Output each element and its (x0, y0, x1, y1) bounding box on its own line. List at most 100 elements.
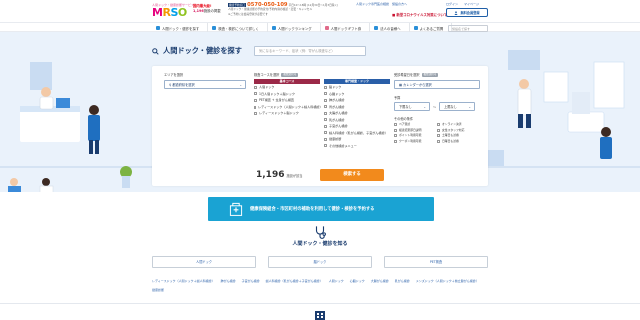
other-condition-option[interactable]: クーポン利用可能 (394, 139, 437, 145)
header-promo: 国内最大級! 1,196施設の掲載 (193, 4, 221, 13)
basic-course-label: 1日人間ドック＋脳ドック (259, 91, 295, 96)
phone-label: 健診予約窓口 (228, 3, 247, 7)
basic-course-option[interactable]: PET検査 + 全身がん検査 (254, 97, 320, 104)
basic-course-label: レディースドック＋脳ドック (259, 111, 299, 116)
checkbox[interactable] (324, 105, 327, 109)
stethoscope-icon (315, 226, 326, 239)
checkbox[interactable] (324, 92, 327, 96)
checkbox[interactable] (394, 140, 397, 144)
ranking-icon (271, 26, 276, 30)
search-icon (156, 26, 160, 30)
facility-search-input[interactable]: 施設名で探す (448, 24, 488, 32)
basic-course-group: 基本コース 人間ドック 1日人間ドック＋脳ドック PET検査 + 全身がん検査 レディ… (254, 79, 323, 149)
building-icon (374, 26, 379, 30)
hero-section: 人間ドック・健診を探す 気になるキーワード、症状（例：胃がん検査など） エリアを… (0, 32, 640, 192)
checkbox[interactable] (437, 128, 440, 132)
nav-item-label: 検査・検診について詳しく (218, 26, 259, 31)
chevron-down-icon: ⌄ (423, 105, 426, 109)
checkbox[interactable] (324, 144, 327, 148)
exam-link[interactable]: 健康診断 (152, 288, 164, 292)
checkbox[interactable] (324, 111, 327, 115)
exam-tile[interactable]: 脳ドック (268, 256, 372, 268)
nav-item-label: 法人の皆様へ (380, 26, 401, 31)
covid-notice-link[interactable]: ■ 新型コロナウイルス対策について (392, 12, 447, 17)
phone-info: 健診予約窓口 0570-050-109 平日10〜18時 (12月30日〜1月3… (228, 2, 339, 16)
clinic-illustration (488, 50, 640, 168)
result-count-number: 1,196 (256, 170, 285, 180)
course-column: 検査コースを選択 複数選択可 基本コース 人間ドック 1日人間ドック＋脳ドック PET… (254, 72, 390, 149)
checkbox[interactable] (324, 131, 327, 135)
checkbox[interactable] (254, 92, 257, 96)
exam-link[interactable]: 婦人科検診（乳がん検診＋子宮がん検診） (266, 279, 323, 283)
date-column: 受診希望日を選択 複数選択可 ▦ カレンダーから選択 予算 下限なし ⌄ 〜 上限な… (394, 72, 480, 144)
checkbox[interactable] (324, 98, 327, 102)
nav-item-label: 人間ドック・健診を探す (162, 26, 200, 31)
basic-course-option[interactable]: 人間ドック (254, 84, 320, 91)
hero-title: 人間ドック・健診を探す (152, 46, 242, 56)
search-icon (152, 47, 159, 55)
exam-link[interactable]: メンズドック（人間ドック＋前立腺がん検診） (416, 279, 479, 283)
nav-item-label: よくあるご質問 (419, 26, 444, 31)
question-icon (413, 26, 418, 30)
nav-item-label: 人間ドックランキング (277, 26, 312, 31)
exam-link[interactable]: 心臓ドック (350, 279, 365, 283)
exam-link[interactable]: 人間ドック (329, 279, 344, 283)
special-course-group: 専門検査・ドック 脳ドック 心臓ドック 肺がん検診 胃がん検診 大腸がん検診 乳がん検診子… (324, 79, 390, 149)
account-links: ログイン マイページ (446, 2, 479, 6)
checkbox[interactable] (254, 112, 257, 116)
special-course-option[interactable]: その他検診メニュー (324, 143, 390, 150)
checkbox[interactable] (437, 134, 440, 138)
other-condition-option[interactable]: 日曜日も診療 (437, 139, 480, 145)
nav-item-label: 人間ドックギフト券 (330, 26, 362, 31)
budget-label: 予算 (394, 96, 401, 100)
exam-link[interactable]: 子宮がん検診 (242, 279, 260, 283)
checkbox[interactable] (437, 123, 440, 127)
checkbox[interactable] (394, 123, 397, 127)
budget-row: 下限なし ⌄ 〜 上限なし ⌄ (394, 102, 480, 111)
checkbox[interactable] (394, 128, 397, 132)
checkbox[interactable] (254, 85, 257, 89)
basic-course-option[interactable]: 1日人間ドック＋脳ドック (254, 91, 320, 98)
date-label: 受診希望日を選択 複数選択可 (394, 72, 439, 77)
basic-course-list: 人間ドック 1日人間ドック＋脳ドック PET検査 + 全身がん検査 レディースドック（… (254, 84, 323, 117)
checkbox[interactable] (254, 98, 257, 102)
exam-link[interactable]: 乳がん検診 (395, 279, 410, 283)
site-logo[interactable]: 人間ドック・健康診断サービス MRSO (152, 3, 194, 19)
checkbox[interactable] (324, 85, 327, 89)
checkbox[interactable] (394, 134, 397, 138)
checkbox[interactable] (324, 124, 327, 128)
budget-min-select[interactable]: 下限なし ⌄ (394, 102, 430, 111)
exam-links: レディースドック（人間ドック＋婦人科検診） 肺がん検診 子宮がん検診 婦人科検診（乳が… (152, 277, 492, 294)
search-button[interactable]: 検索する (320, 169, 384, 181)
special-course-label: その他検診メニュー (329, 143, 357, 148)
exam-link[interactable]: 大腸がん検診 (371, 279, 389, 283)
exam-tile[interactable]: 人間ドック (152, 256, 256, 268)
checkbox[interactable] (324, 137, 327, 141)
keyword-search-input[interactable]: 気になるキーワード、症状（例：胃がん検査など） (254, 46, 366, 56)
header-link-facility[interactable]: 施設の方へ (392, 2, 407, 6)
date-picker[interactable]: ▦ カレンダーから選択 (394, 80, 480, 89)
subsidy-banner[interactable]: 健康保険組合・市区町村の補助を利用して健診・検診を予約する (208, 197, 434, 221)
multi-select-badge: 複数選択可 (281, 72, 299, 77)
free-register-button[interactable]: 無料会員登録 (446, 8, 488, 17)
header-links: 人間ドック専門医の相談 施設の方へ (356, 2, 407, 6)
basic-course-label: 人間ドック (259, 85, 275, 89)
checkbox[interactable] (254, 105, 256, 109)
exam-link[interactable]: 肺がん検診 (221, 279, 236, 283)
other-conditions-list: ペア受診 オンライン決済 検査結果即日説明 女性スタッフ対応 ポイント利用可能 土曜日も診… (394, 122, 480, 144)
basic-course-option[interactable]: レディースドック（人間ドック＋婦人科検診） (254, 104, 323, 111)
checkbox[interactable] (437, 140, 440, 144)
prefecture-select[interactable]: ⚲ 都道府県を選択 ⌄ (164, 80, 246, 89)
header-link-consult[interactable]: 人間ドック専門医の相談 (356, 2, 389, 6)
section-divider (0, 303, 640, 304)
special-course-list: 脳ドック 心臓ドック 肺がん検診 胃がん検診 大腸がん検診 乳がん検診 子宮がん検診 婦人科検… (324, 84, 390, 149)
checkbox[interactable] (324, 118, 327, 122)
budget-max-select[interactable]: 上限なし ⌄ (439, 102, 476, 111)
stethoscope-icon (212, 26, 217, 30)
user-icon (454, 10, 459, 15)
basic-course-option[interactable]: レディースドック＋脳ドック (254, 110, 320, 117)
login-link[interactable]: ログイン (446, 2, 458, 6)
exam-link[interactable]: レディースドック（人間ドック＋婦人科検診） (152, 279, 215, 283)
mypage-link[interactable]: マイページ (464, 2, 479, 6)
exam-tile[interactable]: PET検査 (384, 256, 488, 268)
